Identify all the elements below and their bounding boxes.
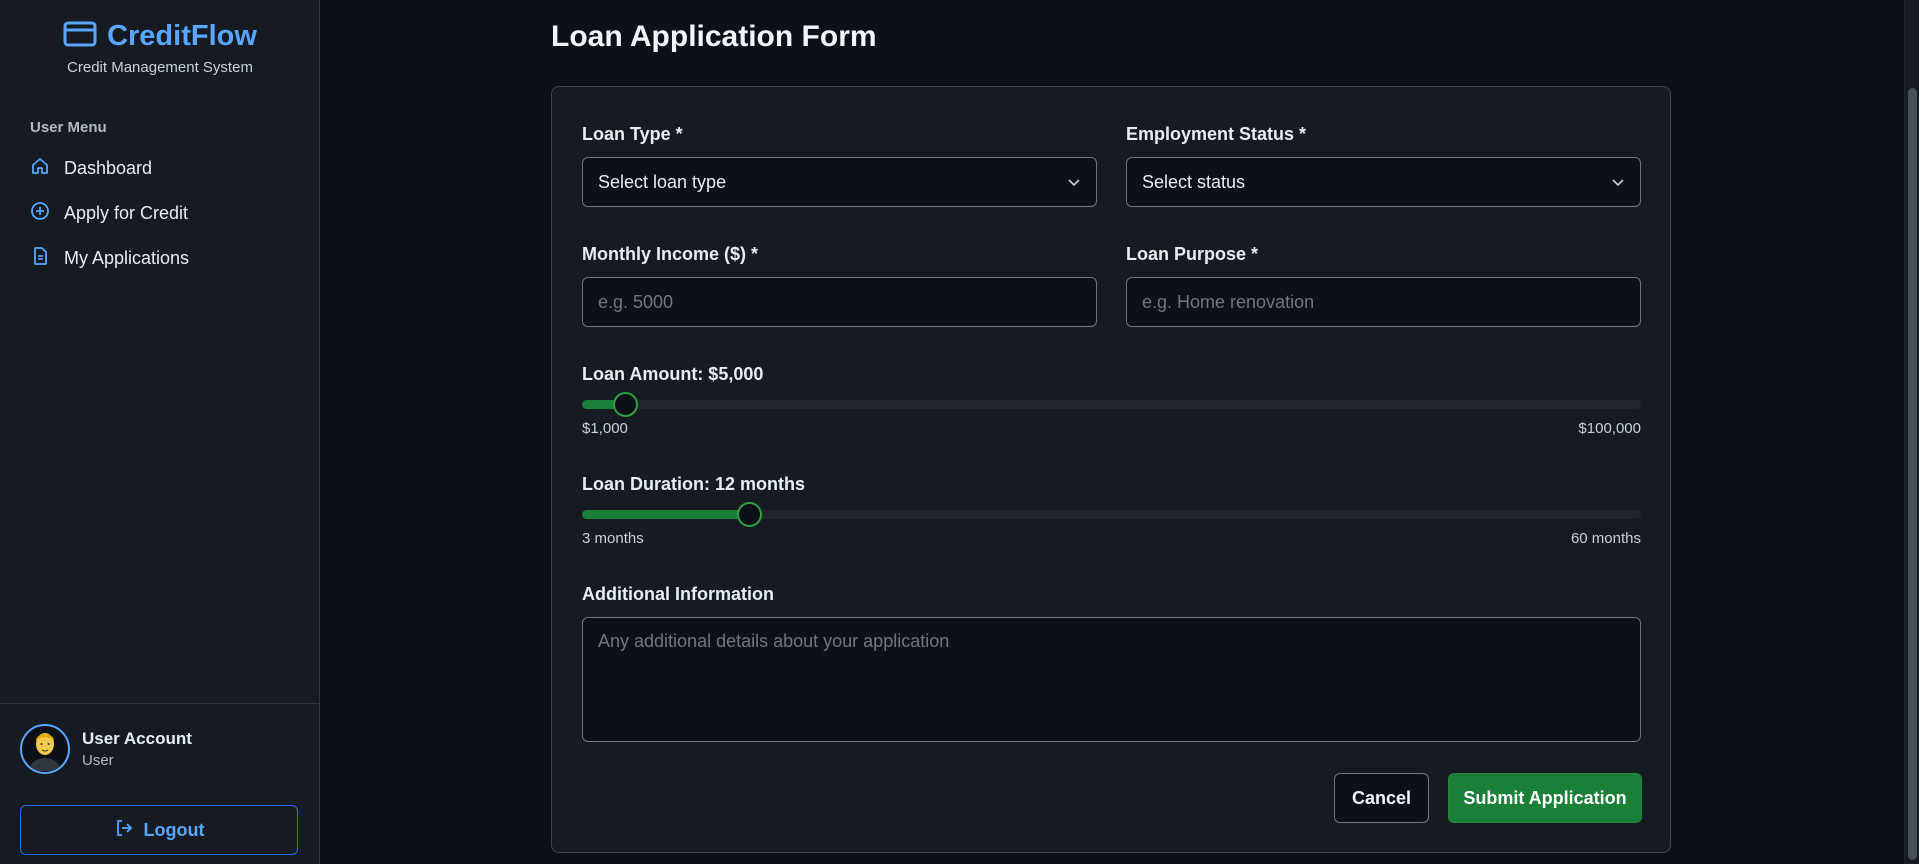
chevron-down-icon <box>1611 172 1625 193</box>
avatar-icon <box>20 724 70 774</box>
sidebar-item-label: My Applications <box>64 247 190 268</box>
loan-amount-label: Loan Amount: $5,000 <box>582 364 764 384</box>
loan-purpose-input[interactable]: e.g. Home renovation <box>1126 277 1641 327</box>
additional-info-textarea[interactable]: Any additional details about your applic… <box>582 617 1641 742</box>
loan-application-form: Loan Type * Select loan type Employment … <box>551 86 1671 853</box>
monthly-income-input[interactable]: e.g. 5000 <box>582 277 1097 327</box>
user-role: User <box>82 752 114 769</box>
credit-card-icon <box>63 21 97 52</box>
loan-amount-thumb[interactable] <box>612 392 638 417</box>
employment-status-select[interactable]: Select status <box>1126 157 1641 207</box>
plus-circle-icon <box>30 201 50 226</box>
loan-type-value: Select loan type <box>598 171 727 192</box>
sidebar-item-label: Apply for Credit <box>64 202 189 223</box>
loan-purpose-placeholder: e.g. Home renovation <box>1142 291 1315 312</box>
logout-icon <box>114 818 134 843</box>
loan-duration-min: 3 months <box>582 530 644 547</box>
loan-amount-min: $1,000 <box>582 420 628 437</box>
home-icon <box>30 156 50 181</box>
logout-button[interactable]: Logout <box>20 805 298 855</box>
brand-subtitle: Credit Management System <box>67 59 253 76</box>
user-profile: User Account User <box>20 724 192 774</box>
page-title: Loan Application Form <box>551 20 877 53</box>
loan-duration-label: Loan Duration: 12 months <box>582 474 806 494</box>
loan-amount-max: $100,000 <box>1578 420 1641 437</box>
document-icon <box>30 246 50 271</box>
monthly-income-label: Monthly Income ($) * <box>582 244 759 264</box>
sidebar-item-my-applications[interactable]: My Applications <box>30 243 189 273</box>
brand: CreditFlow Credit Management System <box>0 20 320 76</box>
loan-type-label: Loan Type * <box>582 124 683 144</box>
brand-name: CreditFlow <box>107 20 257 52</box>
submit-application-button[interactable]: Submit Application <box>1448 773 1642 823</box>
sidebar-item-apply-for-credit[interactable]: Apply for Credit <box>30 198 188 228</box>
chevron-down-icon <box>1067 172 1081 193</box>
sidebar: CreditFlow Credit Management System User… <box>0 0 320 864</box>
monthly-income-placeholder: e.g. 5000 <box>598 291 674 312</box>
loan-amount-slider[interactable] <box>582 392 1641 417</box>
scrollbar-thumb[interactable] <box>1908 88 1917 860</box>
loan-purpose-label: Loan Purpose * <box>1126 244 1259 264</box>
sidebar-item-dashboard[interactable]: Dashboard <box>30 153 152 183</box>
loan-type-select[interactable]: Select loan type <box>582 157 1097 207</box>
loan-duration-slider[interactable] <box>582 502 1641 527</box>
page-scrollbar[interactable] <box>1904 0 1919 864</box>
loan-duration-fill <box>582 510 750 519</box>
employment-status-label: Employment Status * <box>1126 124 1307 144</box>
sidebar-item-label: Dashboard <box>64 157 153 178</box>
employment-status-value: Select status <box>1142 171 1246 192</box>
cancel-button[interactable]: Cancel <box>1334 773 1429 823</box>
menu-heading: User Menu <box>30 119 107 136</box>
user-name: User Account <box>82 729 192 748</box>
additional-info-label: Additional Information <box>582 584 774 604</box>
loan-duration-thumb[interactable] <box>737 502 763 527</box>
sidebar-footer: User Account User Logout <box>0 703 320 864</box>
logout-label: Logout <box>143 819 205 840</box>
loan-duration-max: 60 months <box>1570 530 1641 547</box>
additional-info-placeholder: Any additional details about your applic… <box>598 631 950 651</box>
